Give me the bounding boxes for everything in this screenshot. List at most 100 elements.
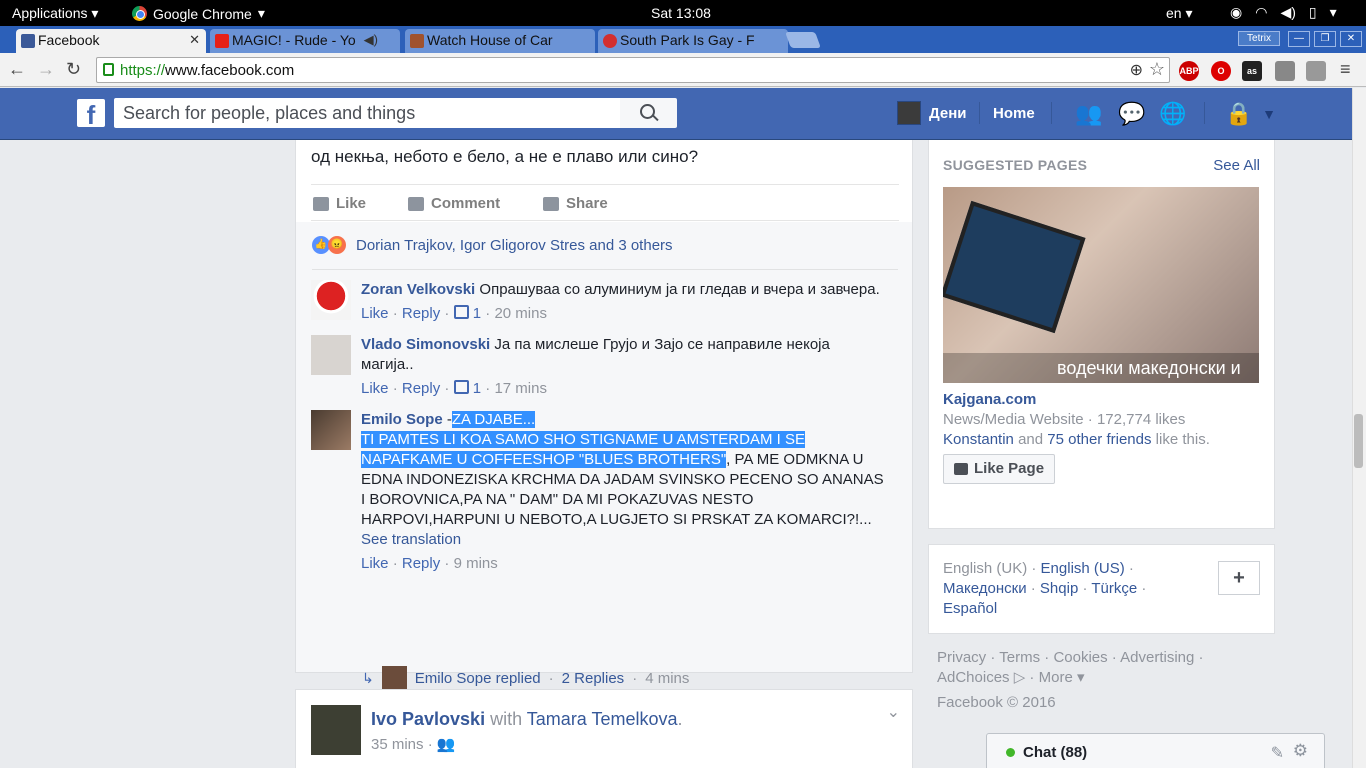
like-button[interactable]: Like	[313, 195, 366, 212]
replied-by[interactable]: Emilo Sope replied	[415, 670, 541, 687]
avatar[interactable]	[311, 280, 351, 320]
extension-icon[interactable]	[1306, 61, 1326, 81]
new-message-icon[interactable]: ✎	[1271, 743, 1284, 763]
reactions-summary[interactable]: 👍 😠 Dorian Trajkov, Igor Gligorov Stres …	[312, 236, 673, 254]
chat-label[interactable]: Chat (88)	[1023, 744, 1087, 761]
more-languages-button[interactable]: +	[1218, 561, 1260, 595]
comments-section: 👍 😠 Dorian Trajkov, Igor Gligorov Stres …	[296, 222, 912, 747]
share-button[interactable]: Share	[543, 195, 608, 212]
battery-icon[interactable]: ▯	[1309, 4, 1317, 21]
footer-link[interactable]: Terms	[999, 649, 1040, 666]
close-icon[interactable]: ✕	[189, 32, 200, 48]
language-link[interactable]: Македонски	[943, 580, 1027, 597]
volume-icon[interactable]: ◀)	[1280, 4, 1295, 21]
comment-time[interactable]: 17 mins	[494, 380, 547, 397]
comment-time[interactable]: 20 mins	[494, 305, 547, 322]
maximize-button[interactable]: ❐	[1314, 31, 1336, 47]
footer-link[interactable]: Privacy	[937, 649, 986, 666]
adblock-icon[interactable]: ABP	[1179, 61, 1199, 81]
friends-like-line: Konstantin and 75 other friends like thi…	[943, 431, 1210, 448]
comment-reply-link[interactable]: Reply	[402, 380, 440, 397]
avatar[interactable]	[311, 705, 361, 755]
forward-button[interactable]: →	[37, 59, 55, 80]
notifications-globe-icon[interactable]: 🌐	[1159, 102, 1187, 126]
bookmark-star-icon[interactable]: ☆	[1149, 59, 1165, 80]
language-link[interactable]: Español	[943, 600, 997, 617]
replies-summary[interactable]: ↳ Emilo Sope replied · 2 Replies · 4 mins	[362, 666, 689, 691]
system-tray[interactable]: ◉ ◠ ◀) ▯ ▾	[1230, 4, 1337, 21]
tab-facebook[interactable]: Facebook ✕	[16, 29, 206, 53]
avatar[interactable]	[311, 335, 351, 375]
comment-like-link[interactable]: Like	[361, 305, 389, 322]
comment-icon	[408, 196, 424, 211]
privacy-lock-icon[interactable]: 🔒	[1225, 102, 1253, 126]
opera-icon[interactable]: O	[1211, 61, 1231, 81]
wifi-icon[interactable]: ◠	[1255, 4, 1267, 21]
avatar[interactable]	[311, 410, 351, 450]
comment-reply-link[interactable]: Reply	[402, 555, 440, 572]
new-tab-button[interactable]	[785, 32, 821, 48]
comment-time[interactable]: 9 mins	[454, 555, 498, 572]
footer-link[interactable]: Advertising	[1120, 649, 1194, 666]
suggested-page-name[interactable]: Kajgana.com	[943, 391, 1036, 408]
see-translation-link[interactable]: See translation	[361, 531, 461, 548]
chat-bar[interactable]: Chat (88) ✎ ⚙	[986, 733, 1325, 768]
speaker-icon[interactable]: ◀)	[364, 32, 378, 48]
scrollbar-thumb[interactable]	[1354, 414, 1363, 468]
gear-icon[interactable]: ⚙	[1293, 741, 1308, 761]
minimize-button[interactable]: —	[1288, 31, 1310, 47]
facebook-logo[interactable]: f	[77, 99, 105, 127]
search-input[interactable]	[114, 98, 620, 128]
home-link[interactable]: Home	[993, 105, 1035, 122]
footer-link[interactable]: Cookies	[1053, 649, 1107, 666]
extension-icon[interactable]	[1275, 61, 1295, 81]
profile-link[interactable]: Дени	[897, 101, 967, 125]
chevron-down-icon[interactable]: ▾	[1330, 4, 1337, 21]
language-link[interactable]: English (US)	[1041, 560, 1125, 577]
zoom-icon[interactable]: ⊕	[1130, 60, 1143, 80]
chevron-down-icon[interactable]: ⌄	[887, 702, 900, 722]
menu-icon[interactable]: ≡	[1340, 59, 1351, 80]
comment-author[interactable]: Zoran Velkovski	[361, 281, 475, 298]
reload-button[interactable]: ↻	[66, 59, 81, 80]
clock[interactable]: Sat 13:08	[651, 5, 711, 21]
profile-button[interactable]: Tetrix	[1238, 31, 1280, 46]
language-link[interactable]: Shqip	[1040, 580, 1078, 597]
footer-link[interactable]: More	[1039, 669, 1073, 686]
lastfm-icon[interactable]: as	[1242, 61, 1262, 81]
friend-requests-icon[interactable]: 👥	[1075, 102, 1103, 126]
like-page-button[interactable]: Like Page	[943, 454, 1055, 484]
footer-link[interactable]: AdChoices	[937, 669, 1010, 686]
comment-reply-link[interactable]: Reply	[402, 305, 440, 322]
url-text[interactable]: https://www.facebook.com	[120, 62, 294, 79]
back-button[interactable]: ←	[8, 59, 26, 80]
comment-like-count[interactable]: 1	[473, 305, 481, 322]
suggested-page-image[interactable]: водечки македонски и	[943, 187, 1259, 383]
language-link[interactable]: Türkçe	[1091, 580, 1137, 597]
settings-icon[interactable]: ◉	[1230, 4, 1242, 21]
active-app-menu[interactable]: Google Chrome ▾	[132, 5, 265, 22]
tagged-person[interactable]: Tamara Temelkova	[527, 709, 678, 729]
comment-like-link[interactable]: Like	[361, 555, 389, 572]
messages-icon[interactable]: 💬	[1118, 102, 1146, 126]
post-author[interactable]: Ivo Pavlovski	[371, 709, 485, 729]
comment-author[interactable]: Vlado Simonovski	[361, 336, 490, 353]
comment-author[interactable]: Emilo Sope	[361, 411, 443, 428]
tab-youtube[interactable]: MAGIC! - Rude - Yo ◀)	[210, 29, 400, 53]
close-window-button[interactable]: ✕	[1340, 31, 1362, 47]
post-time[interactable]: 35 mins	[371, 736, 424, 753]
account-menu-chevron-icon[interactable]: ▼	[1255, 102, 1283, 126]
replies-count-link[interactable]: 2 Replies	[562, 670, 625, 687]
tab-house-of-cards[interactable]: Watch House of Car	[405, 29, 595, 53]
comment-like-link[interactable]: Like	[361, 380, 389, 397]
tab-south-park[interactable]: South Park Is Gay - F	[598, 29, 788, 53]
comment-button[interactable]: Comment	[408, 195, 500, 212]
applications-menu[interactable]: Applications ▾	[12, 5, 98, 22]
comment-like-count[interactable]: 1	[473, 380, 481, 397]
see-all-link[interactable]: See All	[1213, 157, 1260, 174]
reactions-names[interactable]: Dorian Trajkov, Igor Gligorov Stres and …	[356, 237, 673, 254]
search-box[interactable]	[114, 98, 620, 128]
keyboard-layout[interactable]: en ▾	[1166, 5, 1193, 22]
address-bar[interactable]: https://www.facebook.com ⊕ ☆	[96, 57, 1170, 83]
search-button[interactable]	[620, 98, 677, 128]
